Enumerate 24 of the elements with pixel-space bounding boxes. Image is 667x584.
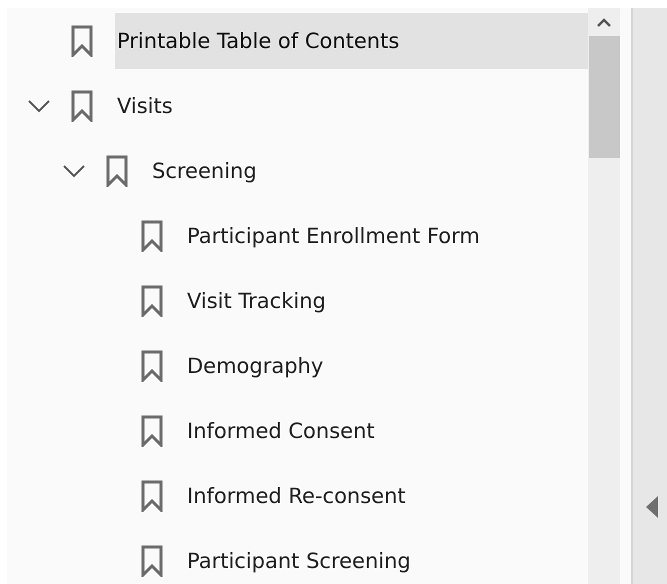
scrollbar[interactable] xyxy=(588,8,620,584)
collapse-left-icon[interactable] xyxy=(646,496,658,518)
bookmark-icon xyxy=(141,414,163,446)
bookmark-label[interactable]: Demography xyxy=(185,338,588,394)
bookmark-label[interactable]: Screening xyxy=(150,142,588,198)
bookmark-icon xyxy=(141,480,163,512)
bookmark-icon xyxy=(141,544,163,576)
bookmark-label[interactable]: Informed Consent xyxy=(185,402,588,458)
bookmark-label[interactable]: Participant Screening xyxy=(185,532,588,584)
bookmark-label[interactable]: Visit Tracking xyxy=(185,272,588,328)
scrollbar-thumb[interactable] xyxy=(588,36,620,158)
chevron-down-icon[interactable] xyxy=(27,98,51,112)
bookmark-icon xyxy=(71,24,93,56)
bookmark-label[interactable]: Visits xyxy=(115,78,588,134)
chevron-down-icon[interactable] xyxy=(62,164,86,178)
bookmark-label[interactable]: Participant Enrollment Form xyxy=(185,208,588,264)
bookmark-icon xyxy=(71,90,93,122)
bookmark-label[interactable]: Informed Re-consent xyxy=(185,468,588,524)
bookmark-icon xyxy=(141,350,163,382)
scroll-up-icon[interactable] xyxy=(597,18,611,27)
bookmark-icon xyxy=(106,154,128,186)
bookmark-icon xyxy=(141,220,163,252)
bookmark-icon xyxy=(141,284,163,316)
bookmark-label[interactable]: Printable Table of Contents xyxy=(115,12,588,68)
